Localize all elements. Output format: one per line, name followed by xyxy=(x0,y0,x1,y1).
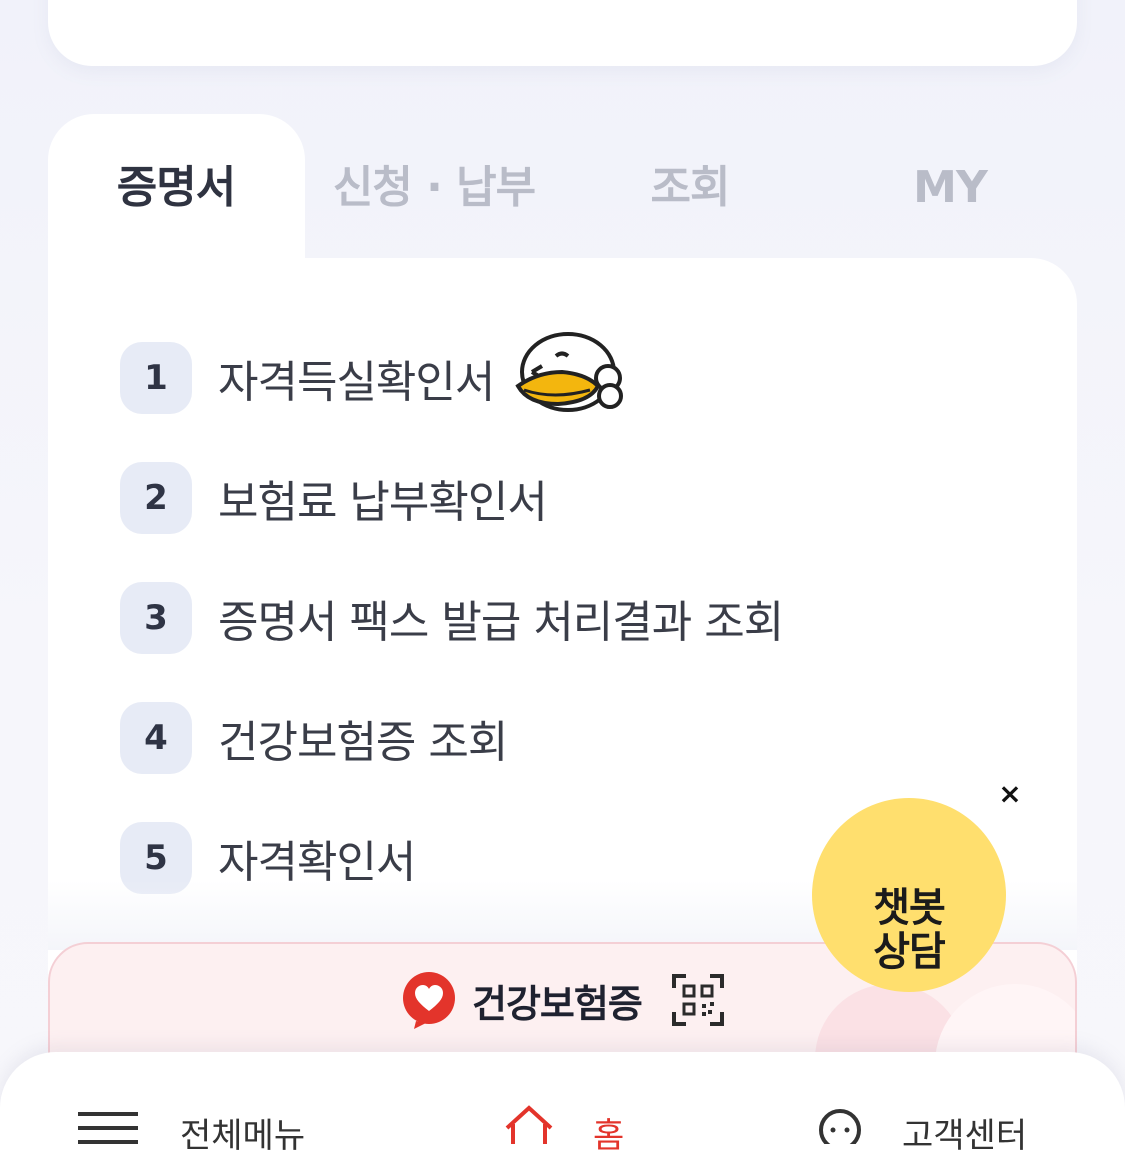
item-number-badge: 1 xyxy=(120,342,192,414)
heart-logo-icon xyxy=(403,972,455,1029)
list-item-label: 건강보험증 조회 xyxy=(218,717,508,768)
item-number-badge: 2 xyxy=(120,462,192,534)
nav-all-menu[interactable]: 전체메뉴 xyxy=(78,1104,305,1164)
nav-label: 전체메뉴 xyxy=(180,1116,306,1156)
chatbot-button[interactable]: 챗봇 상담 xyxy=(812,798,1006,992)
item-number-badge: 4 xyxy=(120,702,192,774)
nav-customer-center[interactable]: 고객센터 xyxy=(818,1104,1027,1164)
menu-icon xyxy=(78,1112,138,1144)
list-item-health-card-inquiry[interactable]: 4 건강보험증 조회 xyxy=(120,702,508,774)
list-item-label: 보험료 납부확인서 xyxy=(218,477,548,528)
list-item-label: 자격득실확인서 xyxy=(218,357,495,408)
chatbot-close-button[interactable]: × xyxy=(996,780,1024,808)
headset-icon xyxy=(819,1109,861,1144)
list-item-label: 증명서 팩스 발급 처리결과 조회 xyxy=(218,597,784,648)
item-number-badge: 3 xyxy=(120,582,192,654)
tab-certificates[interactable]: 증명서 xyxy=(78,158,274,218)
list-item-eligibility-history[interactable]: 1 자격득실확인서 xyxy=(120,332,628,414)
bottom-navigation: 전체메뉴 홈 고객센터 xyxy=(0,1052,1125,1172)
nav-label: 홈 xyxy=(593,1116,625,1156)
list-item-fax-result[interactable]: 3 증명서 팩스 발급 처리결과 조회 xyxy=(120,582,784,654)
tab-inquiry[interactable]: 조회 xyxy=(615,158,765,218)
health-card-label: 건강보험증 xyxy=(472,981,643,1026)
list-item-premium-payment[interactable]: 2 보험료 납부확인서 xyxy=(120,462,548,534)
chatbot-label: 챗봇 상담 xyxy=(873,885,946,975)
nav-home[interactable]: 홈 xyxy=(505,1104,624,1164)
banner-content: 건강보험증 xyxy=(400,972,724,1029)
top-card xyxy=(48,0,1077,66)
ryan-character-sticker xyxy=(515,332,624,412)
tab-apply-pay[interactable]: 신청 · 납부 xyxy=(318,158,550,218)
qr-code-icon xyxy=(671,974,724,1026)
home-icon xyxy=(505,1105,553,1144)
nav-label: 고객센터 xyxy=(902,1116,1028,1156)
tab-my[interactable]: MY xyxy=(880,158,1020,218)
